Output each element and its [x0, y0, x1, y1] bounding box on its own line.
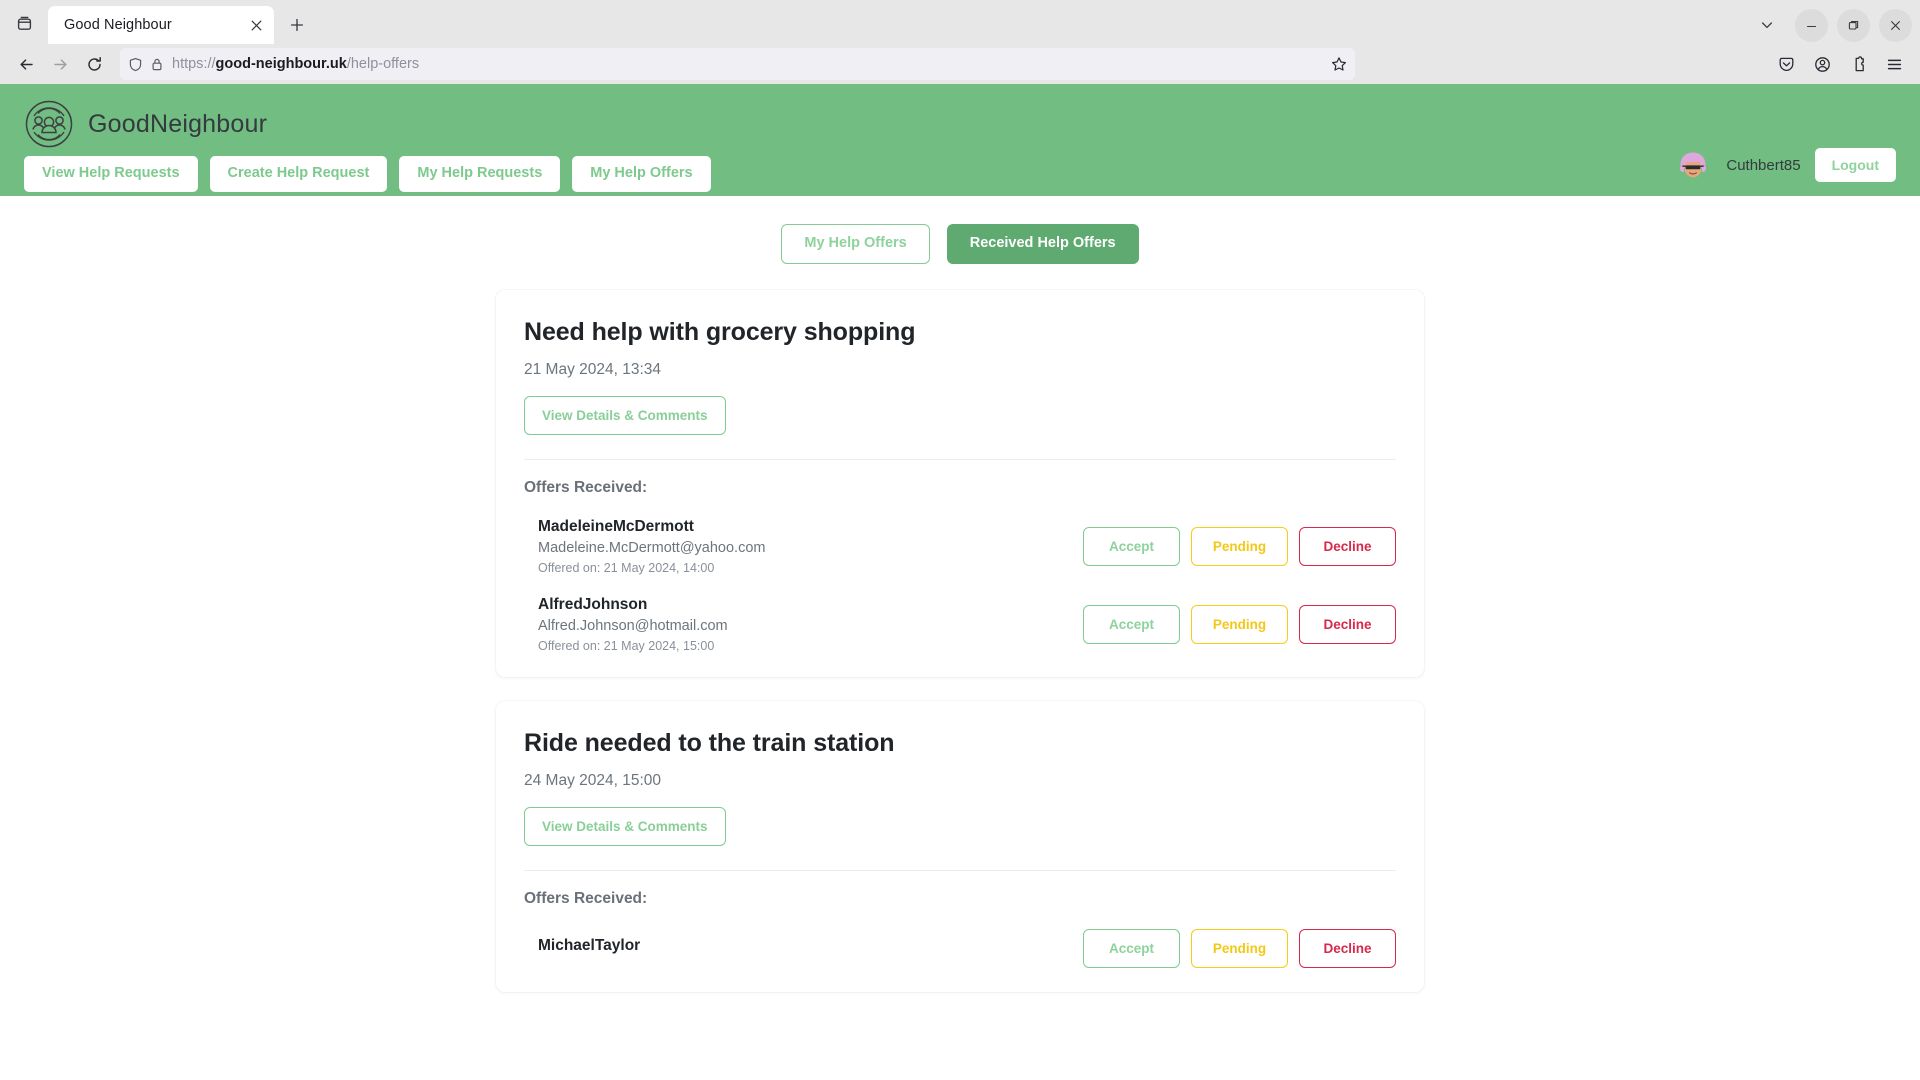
minimize-button[interactable]: [1795, 8, 1828, 42]
new-tab-icon[interactable]: [280, 8, 314, 42]
card-date: 21 May 2024, 13:34: [524, 360, 662, 378]
card-date: 24 May 2024, 15:00: [524, 771, 662, 789]
view-details-and-comments-button[interactable]: View Details & Comments: [524, 806, 726, 846]
nav-my-help-requests[interactable]: My Help Requests: [399, 156, 561, 192]
divider: [524, 458, 1396, 460]
offer-email: Madeleine.McDermott@yahoo.com: [538, 539, 766, 556]
offer-info: MadeleineMcDermott Madeleine.McDermott@y…: [538, 518, 765, 575]
browser-navigation-bar: https://good-neighbour.uk/help-offers: [0, 44, 1920, 84]
app-nav: View Help Requests Create Help Request M…: [24, 156, 1896, 192]
accept-button[interactable]: Accept: [1083, 928, 1180, 968]
decline-button[interactable]: Decline: [1299, 526, 1396, 566]
maximize-button[interactable]: [1837, 8, 1870, 42]
username: Cuthbert85: [1726, 156, 1801, 174]
extensions-icon[interactable]: [1842, 48, 1874, 80]
offer-name: MadeleineMcDermott: [538, 517, 694, 535]
brand-name: GoodNeighbour: [88, 109, 268, 138]
accept-button[interactable]: Accept: [1083, 526, 1180, 566]
offer-info: MichaelTaylor: [538, 937, 640, 960]
back-icon[interactable]: [10, 48, 42, 80]
shield-icon[interactable]: [128, 57, 143, 72]
lock-icon[interactable]: [150, 57, 164, 71]
offer-row: MadeleineMcDermott Madeleine.McDermott@y…: [524, 497, 1396, 575]
tab-strip: Good Neighbour: [0, 0, 1920, 44]
browser-tab[interactable]: Good Neighbour: [48, 6, 274, 44]
forward-icon[interactable]: [44, 48, 76, 80]
bookmark-star-icon[interactable]: [1331, 56, 1347, 72]
offer-offered-on: Offered on: 21 May 2024, 15:00: [538, 638, 715, 653]
url-bar[interactable]: https://good-neighbour.uk/help-offers: [120, 48, 1355, 80]
offer-actions: Accept Pending Decline: [1083, 526, 1396, 566]
reload-icon[interactable]: [78, 48, 110, 80]
account-icon[interactable]: [1806, 48, 1838, 80]
card-title: Need help with grocery shopping: [524, 317, 916, 346]
offer-name: AlfredJohnson: [538, 595, 648, 613]
user-area: Cuthbert85 Logout: [1674, 146, 1896, 184]
hamburger-menu-icon[interactable]: [1878, 48, 1910, 80]
browser-chrome: Good Neighbour https://good-neighbour.uk…: [0, 0, 1920, 84]
list-all-tabs-chevron-down-icon[interactable]: [1748, 8, 1786, 42]
offer-actions: Accept Pending Decline: [1083, 928, 1396, 968]
app-header: GoodNeighbour View Help Requests Create …: [0, 84, 1920, 196]
decline-button[interactable]: Decline: [1299, 604, 1396, 644]
view-details-and-comments-button[interactable]: View Details & Comments: [524, 395, 726, 435]
close-window-button[interactable]: [1879, 8, 1912, 42]
browser-toolbar-actions: [1770, 48, 1910, 80]
window-controls: [1748, 8, 1912, 42]
tab-title: Good Neighbour: [64, 17, 172, 33]
page-content: My Help Offers Received Help Offers Need…: [0, 196, 1920, 1080]
nav-my-help-offers[interactable]: My Help Offers: [572, 156, 711, 192]
offers-received-label: Offers Received:: [524, 478, 648, 496]
avatar[interactable]: [1674, 146, 1713, 184]
card-title: Ride needed to the train station: [524, 728, 895, 757]
firefox-view-icon[interactable]: [4, 5, 44, 41]
offer-offered-on: Offered on: 21 May 2024, 14:00: [538, 560, 715, 575]
pocket-save-icon[interactable]: [1770, 48, 1802, 80]
logout-button[interactable]: Logout: [1814, 148, 1896, 182]
pending-status-button[interactable]: Pending: [1191, 526, 1288, 566]
pending-status-button[interactable]: Pending: [1191, 604, 1288, 644]
offer-name: MichaelTaylor: [538, 936, 641, 954]
offers-toggle-group: My Help Offers Received Help Offers: [0, 196, 1920, 264]
tab-received-help-offers[interactable]: Received Help Offers: [946, 224, 1139, 264]
nav-create-help-request[interactable]: Create Help Request: [209, 156, 388, 192]
offer-actions: Accept Pending Decline: [1083, 604, 1396, 644]
pending-status-button[interactable]: Pending: [1191, 928, 1288, 968]
offer-row: AlfredJohnson Alfred.Johnson@hotmail.com…: [524, 575, 1396, 653]
tab-my-help-offers[interactable]: My Help Offers: [781, 224, 930, 264]
offers-received-label: Offers Received:: [524, 889, 648, 907]
close-icon[interactable]: [244, 13, 268, 37]
help-request-card: Need help with grocery shopping 21 May 2…: [496, 289, 1424, 677]
url-text: https://good-neighbour.uk/help-offers: [172, 56, 420, 72]
good-neighbour-logo-icon: [24, 99, 74, 149]
brand[interactable]: GoodNeighbour: [24, 96, 1896, 152]
help-request-card-list: Need help with grocery shopping 21 May 2…: [496, 289, 1424, 992]
accept-button[interactable]: Accept: [1083, 604, 1180, 644]
divider: [524, 869, 1396, 871]
decline-button[interactable]: Decline: [1299, 928, 1396, 968]
nav-view-help-requests[interactable]: View Help Requests: [24, 156, 198, 192]
help-request-card: Ride needed to the train station 24 May …: [496, 700, 1424, 992]
offer-email: Alfred.Johnson@hotmail.com: [538, 617, 728, 634]
offer-row: MichaelTaylor Accept Pending Decline: [524, 908, 1396, 968]
offer-info: AlfredJohnson Alfred.Johnson@hotmail.com…: [538, 596, 728, 653]
